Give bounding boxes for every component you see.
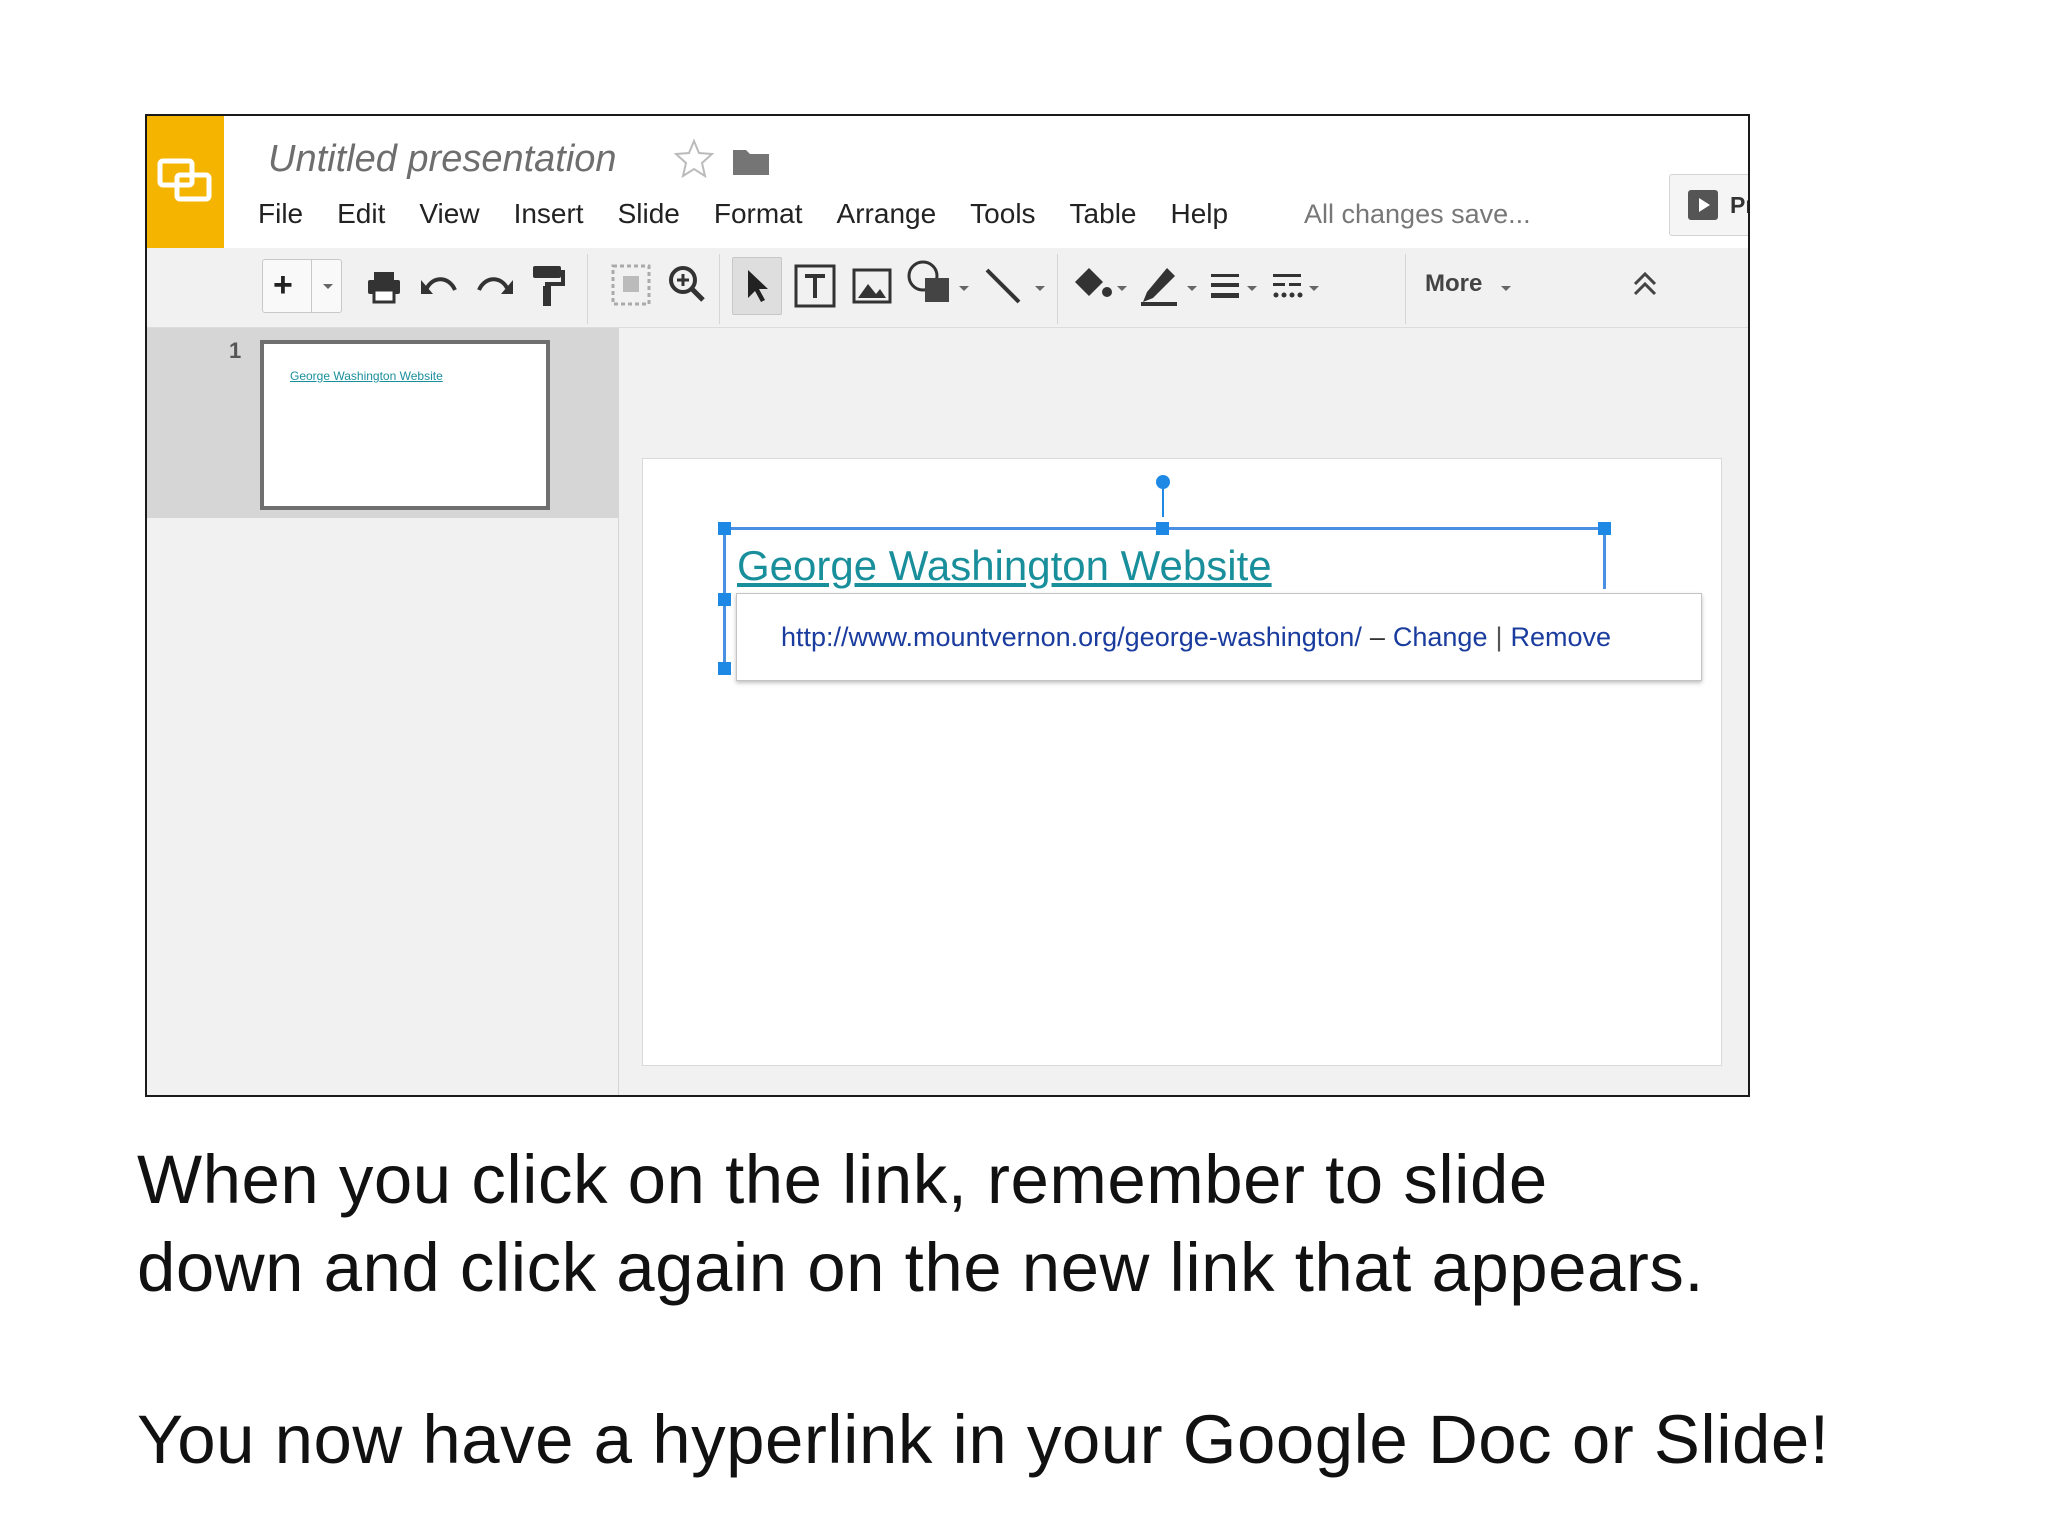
collapse-icon[interactable] (1627, 266, 1663, 302)
selection-border-right (1603, 529, 1606, 589)
remove-link-button[interactable]: Remove (1510, 622, 1611, 653)
menu-format[interactable]: Format (714, 194, 803, 234)
link-separator: – (1369, 621, 1385, 652)
new-slide-icon: + (273, 266, 293, 304)
border-weight-icon[interactable] (1207, 268, 1243, 304)
present-button[interactable]: Present (1669, 174, 1748, 236)
fill-color-icon[interactable] (1069, 264, 1115, 308)
caption-line-1: When you click on the link, remember to … (137, 1141, 1548, 1218)
select-icon (748, 270, 768, 302)
fill-color-dropdown-icon[interactable] (1117, 286, 1127, 291)
line-dropdown-icon[interactable] (1035, 286, 1045, 291)
slide-number: 1 (229, 338, 242, 363)
line-icon[interactable] (981, 264, 1025, 308)
toolbar-separator (587, 254, 588, 324)
new-slide-divider (311, 260, 312, 312)
slide-filmstrip: 1 George Washington Website (147, 328, 619, 1095)
menu-help[interactable]: Help (1170, 194, 1228, 234)
slide-hyperlink-text[interactable]: George Washington Website (737, 542, 1272, 590)
select-button[interactable] (732, 257, 782, 315)
text-box-icon[interactable] (792, 262, 838, 310)
slide-thumbnail[interactable]: George Washington Website (260, 340, 550, 510)
menu-slide[interactable]: Slide (618, 194, 680, 234)
shape-dropdown-icon[interactable] (959, 286, 969, 291)
toolbar-separator (719, 254, 720, 324)
border-dash-dropdown-icon[interactable] (1309, 286, 1319, 291)
border-dash-icon[interactable] (1269, 268, 1305, 304)
zoom-icon[interactable] (665, 262, 709, 308)
menu-edit[interactable]: Edit (337, 194, 385, 234)
more-button[interactable]: More (1425, 270, 1482, 298)
slides-logo-icon (157, 158, 212, 202)
resize-handle-top-center[interactable] (1156, 522, 1169, 535)
redo-icon[interactable] (473, 266, 517, 306)
shape-icon[interactable] (905, 258, 953, 310)
play-icon (1688, 190, 1718, 220)
menu-file[interactable]: File (258, 194, 303, 234)
link-bubble: http://www.mountvernon.org/george-washin… (736, 593, 1702, 681)
app-header: Untitled presentation File Edit View Ins… (224, 116, 1748, 248)
menu-table[interactable]: Table (1070, 194, 1137, 234)
menu-arrange[interactable]: Arrange (837, 194, 937, 234)
resize-handle-bottom-left[interactable] (718, 662, 731, 675)
screenshot-frame: Untitled presentation File Edit View Ins… (145, 114, 1750, 1097)
filmstrip-selected-row[interactable]: 1 George Washington Website (147, 328, 618, 518)
change-link-button[interactable]: Change (1393, 622, 1488, 653)
menu-tools[interactable]: Tools (970, 194, 1035, 234)
zoom-fit-icon[interactable] (609, 262, 653, 308)
save-status: All changes save... (1304, 199, 1531, 229)
new-slide-button[interactable]: + (262, 259, 342, 313)
print-icon[interactable] (364, 266, 404, 306)
more-dropdown-icon[interactable] (1501, 286, 1511, 291)
border-color-icon[interactable] (1139, 264, 1179, 308)
link-url[interactable]: http://www.mountvernon.org/george-washin… (781, 622, 1362, 653)
menu-view[interactable]: View (419, 194, 479, 234)
caption-line-3: You now have a hyperlink in your Google … (137, 1401, 1830, 1478)
slide-canvas[interactable]: George Washington Website http://www.mou… (642, 458, 1722, 1066)
image-icon[interactable] (850, 264, 894, 308)
toolbar-separator (1405, 254, 1406, 324)
folder-icon[interactable] (732, 146, 770, 176)
rotation-handle[interactable] (1156, 475, 1170, 489)
undo-icon[interactable] (417, 266, 461, 306)
resize-handle-top-right[interactable] (1598, 522, 1611, 535)
thumbnail-link-text: George Washington Website (290, 369, 443, 383)
link-pipe-separator: | (1495, 621, 1503, 652)
toolbar-separator (1057, 254, 1058, 324)
new-slide-dropdown-icon[interactable] (323, 284, 333, 289)
toolbar: + More (147, 248, 1748, 328)
resize-handle-top-left[interactable] (718, 522, 731, 535)
caption-line-2: down and click again on the new link tha… (137, 1229, 1704, 1306)
menu-insert[interactable]: Insert (514, 194, 584, 234)
resize-handle-middle-left[interactable] (718, 593, 731, 606)
menu-bar: File Edit View Insert Slide Format Arran… (258, 194, 1262, 234)
document-title[interactable]: Untitled presentation (268, 138, 617, 181)
star-icon[interactable] (674, 138, 714, 178)
paint-format-icon[interactable] (529, 262, 567, 308)
border-weight-dropdown-icon[interactable] (1247, 286, 1257, 291)
present-label: Present (1730, 191, 1748, 218)
border-color-dropdown-icon[interactable] (1187, 286, 1197, 291)
slides-logo[interactable] (147, 116, 224, 248)
